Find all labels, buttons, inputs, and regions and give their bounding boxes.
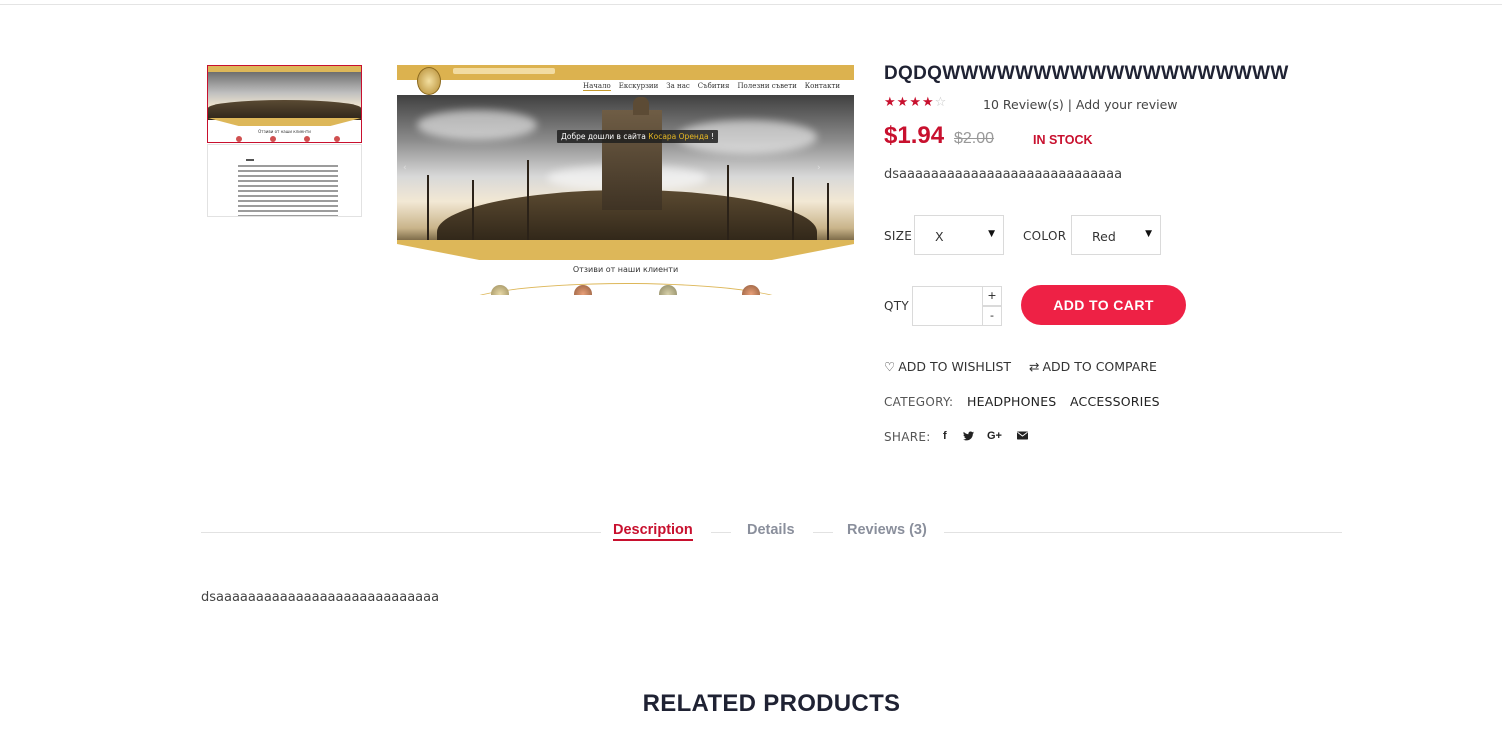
star-empty-icon: ☆: [934, 95, 947, 110]
site-tree: [427, 175, 429, 245]
thumb-doc-line: [238, 210, 338, 212]
thumb-doc-line: [238, 175, 338, 177]
category-link-headphones[interactable]: HEADPHONES: [967, 394, 1056, 409]
tab-description[interactable]: Description: [613, 522, 693, 541]
main-product-image[interactable]: Начало Екскурзии За нас Събития Полезни …: [397, 65, 854, 295]
heart-icon: ♡: [884, 359, 896, 374]
tabs-divider: [944, 532, 1342, 533]
site-gold-band: [397, 240, 854, 260]
tab-details[interactable]: Details: [747, 522, 795, 538]
compare-arrows-icon: ⇄: [1029, 359, 1040, 374]
site-hero-church: [602, 110, 662, 210]
qty-label: QTY: [884, 299, 910, 313]
qty-input[interactable]: [912, 286, 983, 326]
add-to-cart-button[interactable]: ADD TO CART: [1021, 285, 1186, 325]
add-to-wishlist-link[interactable]: ♡ ADD TO WISHLIST: [884, 359, 1011, 374]
chevron-left-icon: ‹: [403, 163, 407, 173]
color-select[interactable]: Red ▼: [1071, 215, 1161, 255]
star-filled-icon: ★: [909, 95, 921, 110]
thumb-doc-line: [238, 190, 338, 192]
add-to-compare-link[interactable]: ⇄ ADD TO COMPARE: [1029, 359, 1157, 374]
caret-down-icon: ▼: [1145, 229, 1152, 239]
thumb-doc-line: [238, 165, 338, 167]
thumb-doc-heading: [246, 159, 254, 161]
size-select-value: X: [935, 229, 944, 244]
site-logo: [417, 67, 441, 95]
product-title: DQDQWWWWWWWWWWWWWWWWWWW: [884, 63, 1289, 84]
site-nav-item: Екскурзии: [618, 82, 659, 90]
site-avatar: [742, 285, 760, 295]
thumb-doc-line: [238, 180, 338, 182]
thumb-avatar: [304, 136, 310, 142]
share-label: SHARE:: [884, 430, 931, 444]
site-nav-item: Полезни съвети: [737, 82, 797, 90]
facebook-icon[interactable]: f: [943, 430, 947, 442]
thumb-doc-line: [238, 205, 338, 207]
thumb-doc-line: [238, 170, 338, 172]
size-select[interactable]: X ▼: [914, 215, 1004, 255]
thumb-site-hill: [208, 100, 361, 120]
category-link-accessories[interactable]: ACCESSORIES: [1070, 394, 1160, 409]
header-divider: [0, 4, 1502, 5]
add-to-wishlist-label: ADD TO WISHLIST: [898, 359, 1012, 374]
thumb-doc-line: [238, 185, 338, 187]
site-nav-item: Събития: [697, 82, 730, 90]
chevron-right-icon: ›: [817, 163, 821, 173]
tab-reviews[interactable]: Reviews (3): [847, 522, 927, 538]
site-contact-info: [453, 68, 555, 74]
site-welcome-banner: Добре дошли в сайта Косара Оренда !: [557, 130, 719, 143]
thumb-doc-line: [238, 200, 338, 202]
related-products-heading: RELATED PRODUCTS: [642, 690, 901, 717]
site-testimonials-heading: Отзиви от наши клиенти: [572, 265, 679, 274]
tab-description-content: dsaaaaaaaaaaaaaaaaaaaaaaaaaaaa: [201, 590, 440, 605]
gallery-thumb-2[interactable]: [207, 144, 362, 217]
qty-increase-button[interactable]: +: [982, 286, 1002, 306]
site-tree: [827, 183, 829, 241]
site-tree: [792, 177, 794, 241]
site-cloud: [417, 110, 537, 140]
star-filled-icon: ★: [921, 95, 934, 110]
twitter-icon[interactable]: [963, 431, 974, 444]
rating-stars: ★ ★ ★ ★ ☆: [884, 96, 946, 110]
reviews-link[interactable]: 10 Review(s) | Add your review: [983, 97, 1178, 112]
site-nav-item: Начало: [582, 82, 611, 91]
star-filled-icon: ★: [896, 95, 909, 110]
thumb-doc-line: [238, 215, 338, 216]
size-label: SIZE: [884, 229, 913, 243]
thumb-testimonials-text: Отзиви от наши клиенти: [258, 129, 311, 134]
product-price: $1.94: [884, 122, 945, 149]
site-nav-item: За нас: [666, 82, 690, 90]
stock-status: IN STOCK: [1033, 133, 1093, 147]
site-welcome-text: Добре дошли в сайта: [561, 132, 649, 141]
tabs-divider: [711, 532, 731, 533]
tabs-divider: [201, 532, 601, 533]
site-welcome-accent: Косара Оренда: [648, 132, 709, 141]
site-avatar: [491, 285, 509, 295]
gallery-thumb-1[interactable]: Отзиви от наши клиенти: [207, 65, 362, 143]
product-old-price: $2.00: [954, 130, 995, 147]
email-icon[interactable]: [1017, 431, 1028, 443]
site-nav: Начало Екскурзии За нас Събития Полезни …: [582, 82, 840, 91]
thumb-avatar: [236, 136, 242, 142]
site-tree: [727, 165, 729, 240]
thumb-doc-line: [238, 195, 338, 197]
google-plus-icon[interactable]: G+: [987, 430, 1002, 442]
thumb-site-gold-band: [208, 118, 361, 126]
category-label: CATEGORY:: [884, 395, 954, 409]
color-label: COLOR: [1023, 229, 1067, 243]
tabs-divider: [813, 532, 833, 533]
site-tree: [527, 160, 529, 240]
star-filled-icon: ★: [884, 95, 896, 110]
thumb-avatar: [334, 136, 340, 142]
product-short-description: dsaaaaaaaaaaaaaaaaaaaaaaaaaaaa: [884, 167, 1123, 182]
site-hero-dome: [633, 97, 649, 115]
site-welcome-suffix: !: [708, 132, 715, 141]
color-select-value: Red: [1092, 229, 1116, 244]
site-nav-item: Контакти: [804, 82, 840, 90]
thumb-avatar: [270, 136, 276, 142]
caret-down-icon: ▼: [988, 229, 995, 239]
site-tree: [472, 180, 474, 240]
add-to-compare-label: ADD TO COMPARE: [1042, 359, 1157, 374]
qty-decrease-button[interactable]: -: [982, 306, 1002, 326]
